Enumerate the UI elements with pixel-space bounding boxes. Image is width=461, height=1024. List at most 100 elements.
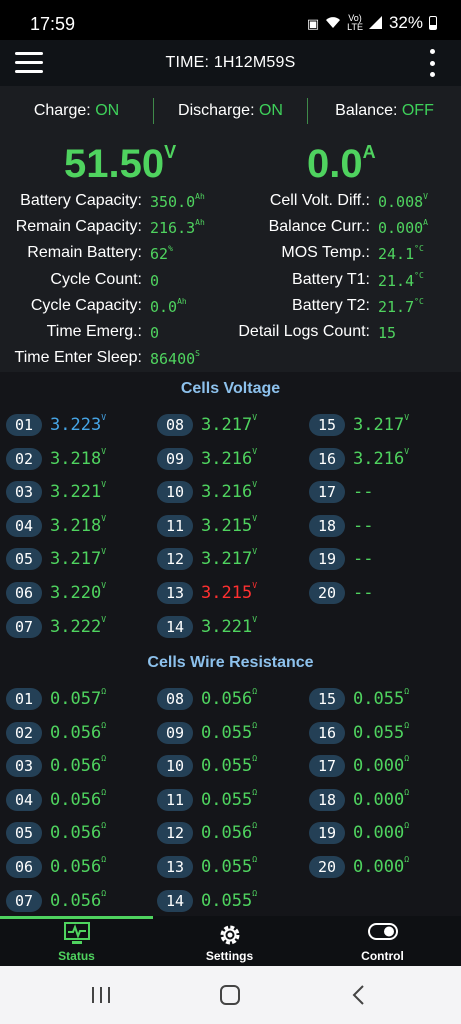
home-icon[interactable] — [218, 983, 242, 1007]
cell-value: 0.056Ω — [50, 821, 106, 843]
cell-number: 0.056 — [50, 857, 102, 877]
battery-icon — [429, 16, 437, 30]
cell-unit: V — [252, 480, 258, 490]
cell-value: -- — [353, 583, 373, 603]
back-icon[interactable] — [349, 983, 369, 1007]
cell-number-badge: 03 — [6, 481, 42, 504]
cell-value: 3.217V — [201, 413, 257, 435]
cell-number-badge: 06 — [6, 856, 42, 878]
cell-unit: V — [404, 413, 410, 422]
info-unit: A — [423, 218, 428, 228]
cell-value: 0.000Ω — [353, 754, 409, 776]
cell-unit: Ω — [252, 720, 258, 730]
recent-apps-icon[interactable] — [90, 983, 112, 1007]
info-number: 350.0 — [150, 193, 196, 211]
info-label: Cycle Count: — [50, 270, 142, 288]
info-number: 0 — [150, 271, 160, 290]
tab-control[interactable]: Control — [306, 916, 459, 966]
cell-value: 3.220V — [50, 581, 106, 603]
cell-item: 12 3.217V — [157, 547, 258, 571]
cell-number: 0.056 — [50, 890, 102, 911]
cell-number-badge: 07 — [6, 889, 42, 912]
info-number: 62 — [150, 245, 169, 264]
cell-number: 0.056 — [50, 789, 102, 810]
cell-unit: V — [101, 513, 107, 523]
cell-number: 3.216 — [201, 448, 253, 469]
wifi-icon — [325, 16, 341, 31]
tab-control-label: Control — [361, 949, 404, 963]
cell-item: 09 3.216V — [157, 447, 257, 470]
cell-number: 0.000 — [353, 823, 405, 844]
cell-item: 10 3.216V — [157, 480, 258, 504]
cell-item: 03 3.221V — [6, 480, 106, 504]
cell-number: 3.223 — [50, 415, 102, 435]
cell-value: 3.215V — [201, 514, 257, 536]
cell-unit: Ω — [404, 855, 410, 864]
tab-settings[interactable]: Settings — [153, 916, 306, 966]
cell-number-badge: 07 — [6, 615, 42, 638]
cell-number: 3.220 — [50, 583, 102, 603]
info-value: 15 — [378, 324, 396, 342]
cell-item: 19 0.000Ω — [309, 821, 409, 845]
info-number: 21.7 — [378, 297, 415, 316]
cell-number-badge: 08 — [157, 414, 193, 436]
cell-item: 06 3.220V — [6, 581, 106, 604]
cell-number-badge: 19 — [309, 548, 345, 571]
cells-resistance-title: Cells Wire Resistance — [147, 654, 314, 671]
cell-unit: Ω — [404, 720, 410, 730]
cell-item: 14 0.055Ω — [157, 888, 258, 912]
tab-status[interactable]: Status — [0, 916, 153, 966]
cell-number-badge: 13 — [157, 856, 193, 878]
total-current: 0.0A — [307, 142, 376, 187]
cell-number: -- — [353, 549, 374, 570]
info-unit: S — [195, 349, 200, 359]
cell-unit: V — [252, 547, 258, 557]
cell-number-badge: 05 — [6, 548, 42, 571]
cell-unit: Ω — [101, 754, 107, 764]
cell-unit: Ω — [404, 787, 410, 797]
page-title: TIME: 1H12M59S — [165, 54, 296, 71]
signal-icon — [368, 15, 383, 31]
info-label: Remain Capacity: — [15, 218, 142, 236]
cell-number-badge: 02 — [6, 721, 42, 744]
battery-percent: 32% — [388, 13, 423, 32]
cell-number-badge: 04 — [6, 514, 42, 537]
cell-unit: V — [101, 614, 107, 624]
cell-item: 02 0.056Ω — [6, 721, 106, 744]
info-number: 0.008 — [378, 193, 424, 211]
info-unit: °C — [414, 270, 424, 280]
cell-value: 0.055Ω — [201, 888, 258, 911]
balance-label: Balance: — [335, 102, 398, 119]
cell-value: 0.055Ω — [353, 687, 409, 709]
cell-number-badge: 11 — [157, 514, 193, 537]
cell-value: -- — [353, 482, 373, 502]
battery-saver-icon: ▣ — [306, 15, 320, 31]
cell-unit: Ω — [252, 888, 258, 898]
more-options-icon[interactable] — [428, 49, 436, 77]
info-number: 86400 — [150, 350, 196, 369]
cell-value: 3.216V — [201, 447, 257, 469]
cell-number-badge: 01 — [6, 414, 42, 436]
cell-number: 0.055 — [353, 689, 405, 709]
cell-number-badge: 06 — [6, 582, 42, 604]
cell-number: 0.055 — [353, 722, 405, 743]
cell-unit: Ω — [252, 855, 258, 864]
cell-unit: Ω — [252, 787, 258, 797]
info-label: Time Emerg.: — [46, 323, 142, 340]
cell-number: 3.221 — [50, 482, 102, 503]
cell-value: 0.055Ω — [201, 855, 258, 877]
tab-settings-label: Settings — [205, 949, 254, 963]
cell-unit: Ω — [101, 687, 107, 696]
cell-number-badge: 10 — [157, 481, 193, 504]
cell-value: 3.221V — [201, 615, 257, 637]
cell-number-badge: 15 — [309, 688, 345, 710]
cell-number-badge: 13 — [157, 582, 193, 604]
cell-value: 0.000Ω — [353, 855, 410, 877]
total-current-unit: A — [362, 142, 376, 162]
cell-number: 3.215 — [201, 583, 253, 603]
charge-value: ON — [95, 102, 120, 119]
cell-value: 3.217V — [50, 547, 106, 569]
cell-number-badge: 16 — [309, 447, 345, 470]
total-voltage-value: 51.50 — [64, 142, 165, 186]
cell-value: 0.056Ω — [50, 889, 106, 911]
